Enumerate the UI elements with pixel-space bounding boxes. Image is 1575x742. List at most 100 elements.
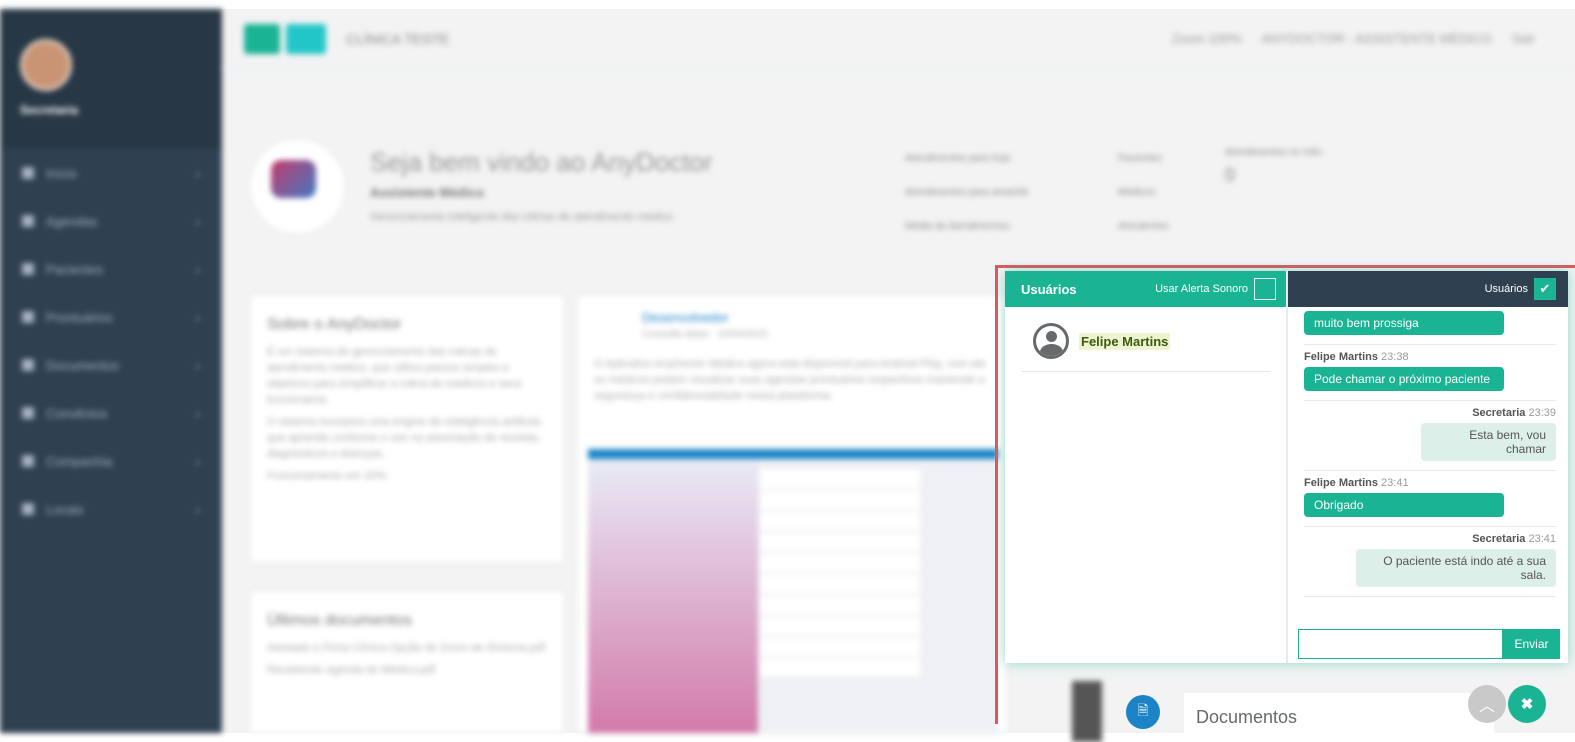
chat-messages-panel: Usuários ✔ muito bem prossiga Felipe Mar…	[1288, 271, 1568, 663]
logout-link[interactable]: Sair	[1512, 31, 1535, 46]
chat-message: Secretaria 23:41 O paciente está indo at…	[1304, 527, 1556, 597]
sidebar: Secretaria Início ‹ Agendas ‹ Pacientes ‹ P…	[0, 9, 222, 733]
chat-widget: Usuários Usar Alerta Sonoro Felipe Marti…	[1005, 271, 1568, 663]
menu-toggle-button[interactable]	[244, 23, 280, 54]
chat-user-name: Felipe Martins	[1079, 332, 1171, 350]
users-tab-label: Usuários	[1484, 283, 1528, 295]
chat-user-item[interactable]: Felipe Martins	[1021, 323, 1270, 372]
app-screenshot-image	[588, 449, 998, 733]
chevron-left-icon: ‹	[195, 357, 200, 373]
sidebar-item-label: Prontuários	[46, 309, 113, 325]
document-link[interactable]: Recebendo agenda do Médico.pdf	[267, 662, 547, 678]
stat-label: Atendimentos no mês	[1225, 147, 1322, 158]
sound-alert-toggle[interactable]: Usar Alerta Sonoro	[1155, 278, 1276, 300]
sidebar-item-agendas[interactable]: Agendas ‹	[0, 197, 222, 245]
message-bubble: Pode chamar o próximo paciente	[1304, 367, 1504, 391]
home-icon	[22, 167, 34, 179]
chat-messages-header: Usuários ✔	[1288, 271, 1568, 307]
sidebar-item-label: Início	[46, 165, 78, 181]
stat-label: Pacientes	[1118, 153, 1162, 164]
stat-label: Médicos	[1118, 187, 1156, 198]
stat-label: Atendentes	[1118, 221, 1169, 232]
avatar[interactable]	[20, 39, 72, 91]
chat-users-header: Usuários Usar Alerta Sonoro	[1005, 271, 1286, 307]
chat-message: Felipe Martins 23:41 Obrigado	[1304, 471, 1556, 527]
sidebar-item-pacientes[interactable]: Pacientes ‹	[0, 245, 222, 293]
zoom-select[interactable]: Zoom 100%	[1172, 31, 1242, 46]
about-paragraph: O sistema incorpora uma engine de inteli…	[267, 416, 543, 460]
sidebar-item-documentos[interactable]: Documentos ‹	[0, 341, 222, 389]
sidebar-item-label: Pacientes	[46, 261, 104, 277]
chat-input-row: Enviar	[1298, 629, 1560, 659]
role-label: ANYDOCTOR - ASSISTENTE MÉDICO	[1261, 31, 1492, 46]
chat-users-title: Usuários	[1021, 281, 1077, 297]
word-document-icon[interactable]: 🗎	[1126, 695, 1160, 729]
user-avatar-icon	[1033, 323, 1069, 359]
about-status: Funcionamento em 20%	[267, 470, 387, 482]
sidebar-item-label: Companhia	[46, 453, 113, 469]
chat-message: muito bem prossiga	[1304, 307, 1556, 345]
profile-username: Secretaria	[20, 103, 79, 117]
chat-users-panel: Usuários Usar Alerta Sonoro Felipe Marti…	[1005, 271, 1288, 663]
chevron-left-icon: ‹	[195, 261, 200, 277]
stat-value: 0	[1225, 165, 1236, 185]
chevron-up-icon: ︿	[1478, 698, 1495, 715]
users-toggle-checkbox[interactable]: ✔	[1534, 278, 1556, 300]
documents-title: Últimos documentos	[267, 612, 412, 629]
chevron-left-icon: ‹	[195, 405, 200, 421]
post-text: O Aplicativo AnyDoctor Médico agora está…	[594, 358, 986, 402]
stat-label: Média de Atendimentos	[905, 221, 1010, 232]
close-icon: ✖	[1520, 696, 1534, 713]
heart-icon	[22, 407, 34, 419]
file-icon	[22, 359, 34, 371]
close-chat-button[interactable]: ✖	[1508, 685, 1546, 723]
chat-message: Secretaria 23:39 Esta bem, vou chamar	[1304, 401, 1556, 471]
sidebar-item-inicio[interactable]: Início ‹	[0, 149, 222, 197]
documents-card: Últimos documentos Atestado e Ficha Clín…	[250, 591, 564, 733]
chevron-left-icon: ‹	[195, 213, 200, 229]
message-bubble: Obrigado	[1304, 493, 1504, 517]
chevron-left-icon: ‹	[195, 453, 200, 469]
welcome-subtitle: Assistente Médico	[370, 185, 485, 200]
chat-message-list[interactable]: muito bem prossiga Felipe Martins 23:38 …	[1304, 307, 1556, 599]
message-bubble: Esta bem, vou chamar	[1421, 423, 1556, 461]
sidebar-item-label: Documentos	[46, 357, 119, 373]
topbar-right: Zoom 100% ANYDOCTOR - ASSISTENTE MÉDICO …	[1172, 31, 1575, 46]
calendar-icon	[22, 215, 34, 227]
message-header: Felipe Martins 23:38	[1304, 351, 1409, 363]
message-header: Felipe Martins 23:41	[1304, 477, 1409, 489]
welcome-title: Seja bem vindo ao AnyDoctor	[370, 147, 713, 177]
sidebar-item-locais[interactable]: Locais ‹	[0, 485, 222, 533]
stat-label: Atendimentos para hoje	[905, 153, 1011, 164]
building-icon	[22, 455, 34, 467]
scroll-up-button[interactable]: ︿	[1468, 685, 1506, 723]
send-button[interactable]: Enviar	[1503, 629, 1560, 659]
post-author[interactable]: Desenvolvedor	[642, 310, 1006, 325]
anydoctor-logo	[250, 139, 345, 234]
document-link[interactable]: Atestado e Ficha Clínica Opção de Zoom d…	[267, 640, 547, 656]
sidebar-item-convenios[interactable]: Convênios ‹	[0, 389, 222, 437]
clinic-select[interactable]: CLÍNICA TESTE	[346, 31, 626, 47]
chevron-left-icon: ‹	[195, 165, 200, 181]
documents-heading: Documentos	[1184, 693, 1494, 733]
message-bubble: O paciente está indo até a sua sala.	[1356, 549, 1556, 587]
sound-alert-label: Usar Alerta Sonoro	[1155, 283, 1248, 295]
sidebar-item-companhia[interactable]: Companhia ‹	[0, 437, 222, 485]
sidebar-item-prontuarios[interactable]: Prontuários ‹	[0, 293, 222, 341]
chat-message-input[interactable]	[1298, 629, 1503, 659]
stat-label: Atendimentos para amanhã	[905, 187, 1028, 198]
chevron-left-icon: ‹	[195, 309, 200, 325]
chevron-left-icon: ‹	[195, 501, 200, 517]
sidebar-item-label: Locais	[46, 501, 84, 517]
message-bubble: muito bem prossiga	[1304, 311, 1504, 335]
home-button[interactable]	[286, 23, 326, 54]
about-card: Sobre o AnyDoctor É um sistema de gerenc…	[250, 295, 564, 563]
sidebar-item-label: Agendas	[46, 213, 98, 229]
sound-alert-checkbox[interactable]	[1254, 278, 1276, 300]
message-header: Secretaria 23:39	[1472, 407, 1556, 419]
about-paragraph: É um sistema de gerenciamento das rotina…	[267, 346, 522, 406]
welcome-description: Gerenciamento inteligente das rotinas de…	[370, 211, 673, 223]
topbar: CLÍNICA TESTE Zoom 100% ANYDOCTOR - ASSI…	[222, 9, 1575, 69]
post-meta: Consulta datas - 10/04/2015	[642, 329, 768, 340]
folder-icon	[22, 311, 34, 323]
